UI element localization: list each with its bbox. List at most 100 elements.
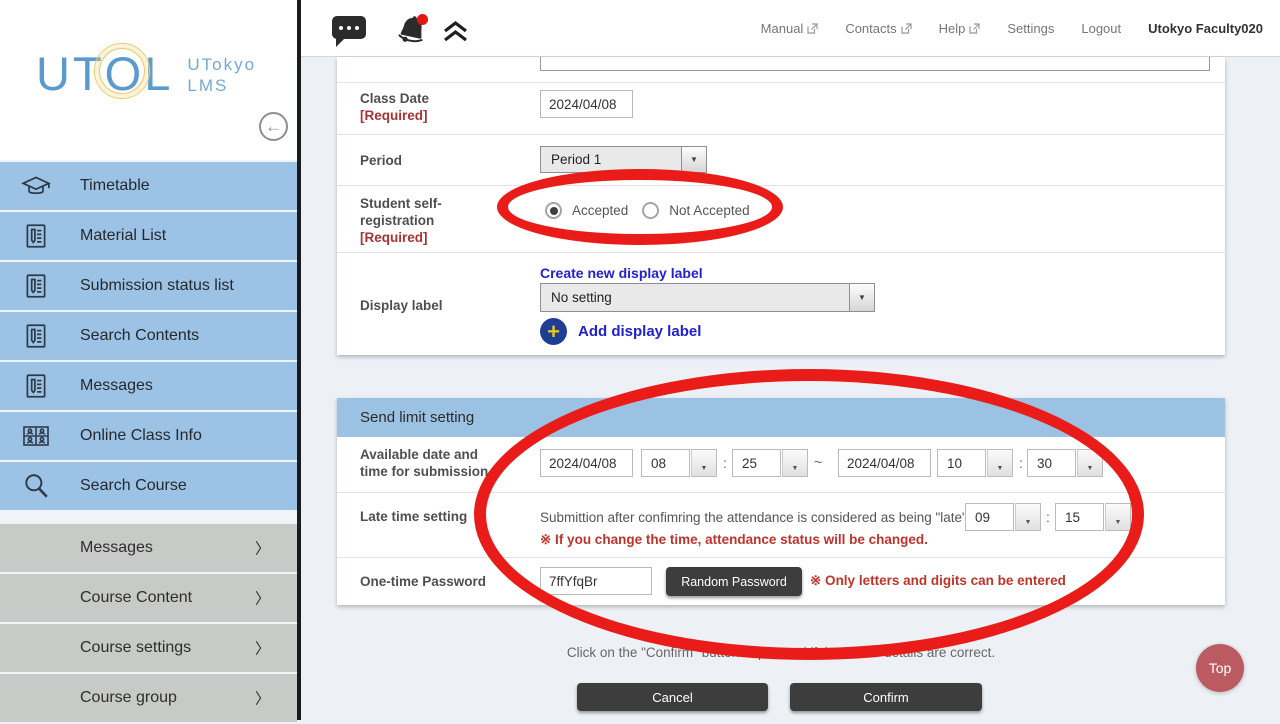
chevron-right-icon: 〉 <box>255 588 270 609</box>
class-date-label: Class Date [Required] <box>360 90 429 124</box>
cancel-button[interactable]: Cancel <box>577 683 768 711</box>
chevron-down-icon[interactable]: ▼ <box>850 284 874 311</box>
add-display-label-button[interactable]: + Add display label <box>540 318 701 345</box>
sidebar-item-online-class-info[interactable]: Online Class Info <box>0 412 297 460</box>
logo-letter: U <box>36 46 73 101</box>
help-link[interactable]: Help <box>939 21 981 36</box>
external-link-icon <box>807 23 818 34</box>
settings-link[interactable]: Settings <box>1007 21 1054 36</box>
graduation-cap-icon <box>18 168 54 204</box>
sidebar-border <box>297 0 301 720</box>
required-badge: [Required] <box>360 107 429 124</box>
sidebar-item-messages[interactable]: Messages <box>0 362 297 410</box>
row-divider <box>337 492 1225 493</box>
people-grid-icon <box>18 418 54 454</box>
confirm-instruction: Click on the "Confirm" button to proceed… <box>337 645 1225 660</box>
sidebar-main-nav: Timetable Material List Submission statu… <box>0 162 297 512</box>
send-limit-section: Send limit setting Available date and ti… <box>337 398 1225 605</box>
sidebar-item-timetable[interactable]: Timetable <box>0 162 297 210</box>
notification-bell-icon[interactable] <box>391 10 433 52</box>
required-badge: [Required] <box>360 229 442 246</box>
external-link-icon <box>901 23 912 34</box>
logo-letter: T <box>73 46 105 101</box>
manual-link[interactable]: Manual <box>761 21 819 36</box>
start-hour-spinner[interactable]: 08 ▼ <box>641 449 717 477</box>
period-label: Period <box>360 152 402 169</box>
time-colon: : <box>1019 455 1023 471</box>
sidebar-item-search-contents[interactable]: Search Contents <box>0 312 297 360</box>
create-display-label-link[interactable]: Create new display label <box>540 265 703 281</box>
sidebar-item-course-content[interactable]: Course Content 〉 <box>0 574 297 622</box>
utol-logo-letters: UTOL <box>36 46 173 101</box>
sidebar: UTOL UTokyo LMS ← Timetable Material Lis… <box>0 0 297 720</box>
spinner-arrow-icon[interactable]: ▼ <box>782 449 808 477</box>
spinner-arrow-icon[interactable]: ▼ <box>1077 449 1103 477</box>
logo-letter: L <box>144 46 173 101</box>
time-colon: : <box>723 455 727 471</box>
user-name: Utokyo Faculty020 <box>1148 21 1263 36</box>
back-arrow-icon: ← <box>265 117 282 136</box>
sidebar-collapse-button[interactable]: ← <box>259 112 288 141</box>
sidebar-course-nav: Messages 〉 Course Content 〉 Course setti… <box>0 524 297 724</box>
sidebar-item-search-course[interactable]: Search Course <box>0 462 297 510</box>
external-link-icon <box>969 23 980 34</box>
chevron-right-icon: 〉 <box>255 638 270 659</box>
late-minute-spinner[interactable]: 15 ▼ <box>1055 503 1131 531</box>
available-datetime-label: Available date and time for submission <box>360 446 488 480</box>
password-note: ※ Only letters and digits can be entered <box>810 573 1066 589</box>
top-bar: Manual Contacts Help Settings Logout Uto… <box>301 0 1280 57</box>
sidebar-logo-area: UTOL UTokyo LMS ← <box>0 0 297 160</box>
time-colon: : <box>1046 509 1050 525</box>
end-minute-spinner[interactable]: 30 ▼ <box>1027 449 1103 477</box>
scroll-to-top-button[interactable]: Top <box>1196 644 1244 692</box>
title-input-partial[interactable] <box>540 57 1210 71</box>
range-tilde: ~ <box>814 454 822 470</box>
spinner-arrow-icon[interactable]: ▼ <box>1015 503 1041 531</box>
spinner-arrow-icon[interactable]: ▼ <box>691 449 717 477</box>
chevron-down-icon[interactable]: ▼ <box>682 147 706 172</box>
class-date-input[interactable] <box>540 90 633 118</box>
plus-icon: + <box>540 318 567 345</box>
radio-accepted[interactable] <box>545 202 562 219</box>
start-minute-spinner[interactable]: 25 ▼ <box>732 449 808 477</box>
row-divider <box>337 185 1225 186</box>
sidebar-item-course-messages[interactable]: Messages 〉 <box>0 524 297 572</box>
start-date-input[interactable] <box>540 449 633 477</box>
spinner-arrow-icon[interactable]: ▼ <box>987 449 1013 477</box>
attendance-form-card: Class Date [Required] Period Period 1 ▼ … <box>337 57 1225 355</box>
contacts-link[interactable]: Contacts <box>845 21 911 36</box>
row-divider <box>337 82 1225 83</box>
chevron-right-icon: 〉 <box>255 538 270 559</box>
confirm-button[interactable]: Confirm <box>790 683 982 711</box>
chevron-right-icon: 〉 <box>255 688 270 709</box>
self-registration-label: Student self- registration [Required] <box>360 195 442 246</box>
display-label-select[interactable]: No setting ▼ <box>540 283 875 312</box>
logo-letter-o: O <box>105 46 145 101</box>
clipboard-icon <box>18 268 54 304</box>
period-select[interactable]: Period 1 ▼ <box>540 146 707 173</box>
sidebar-item-course-settings[interactable]: Course settings 〉 <box>0 624 297 672</box>
spinner-arrow-icon[interactable]: ▼ <box>1105 503 1131 531</box>
sidebar-item-course-group[interactable]: Course group 〉 <box>0 674 297 722</box>
one-time-password-input[interactable] <box>540 567 652 595</box>
sidebar-item-material-list[interactable]: Material List <box>0 212 297 260</box>
top-bar-links: Manual Contacts Help Settings Logout Uto… <box>761 0 1263 57</box>
collapse-up-icon[interactable] <box>442 20 469 49</box>
row-divider <box>337 134 1225 135</box>
logout-link[interactable]: Logout <box>1081 21 1121 36</box>
end-date-input[interactable] <box>838 449 931 477</box>
clipboard-icon <box>18 368 54 404</box>
one-time-password-label: One-time Password <box>360 573 486 590</box>
late-hour-spinner[interactable]: 09 ▼ <box>965 503 1041 531</box>
radio-not-accepted[interactable] <box>642 202 659 219</box>
late-time-description: Submittion after confimring the attendan… <box>540 510 967 525</box>
sidebar-item-submission-status-list[interactable]: Submission status list <box>0 262 297 310</box>
row-divider <box>337 557 1225 558</box>
late-time-label: Late time setting <box>360 508 467 525</box>
send-limit-header: Send limit setting <box>337 398 1225 437</box>
logo-subtitle: UTokyo LMS <box>187 54 256 96</box>
random-password-button[interactable]: Random Password <box>666 567 802 596</box>
clipboard-icon <box>18 218 54 254</box>
self-registration-options: Accepted Not Accepted <box>545 202 750 219</box>
end-hour-spinner[interactable]: 10 ▼ <box>937 449 1013 477</box>
